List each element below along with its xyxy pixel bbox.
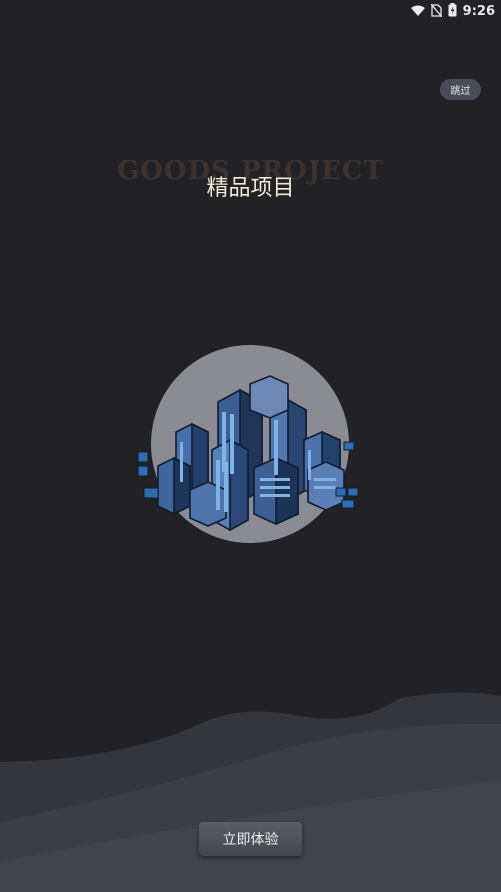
bottom-wave-decoration [0, 692, 501, 892]
wifi-icon [410, 2, 425, 21]
skip-button[interactable]: 跳过 [440, 79, 481, 100]
city-buildings-illustration [130, 340, 370, 550]
start-experience-button[interactable]: 立即体验 [199, 822, 302, 856]
status-bar: 9:26 [0, 0, 501, 22]
page-title: 精品项目 [206, 176, 295, 201]
no-sim-icon [430, 2, 443, 21]
clock-time: 9:26 [462, 4, 495, 19]
battery-icon [448, 2, 457, 21]
